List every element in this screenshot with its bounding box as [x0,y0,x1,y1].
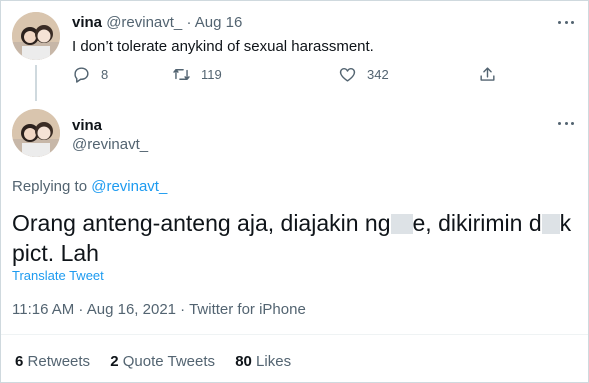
likes-stat[interactable]: 80 Likes [235,353,291,370]
main-tweet-text: Orang anteng-anteng aja, diajakin ng e, d… [12,208,572,268]
replying-prefix: Replying to [12,178,88,195]
avatar[interactable] [12,109,60,157]
replying-to: Replying to @revinavt_ [12,178,167,195]
retweet-button[interactable]: 119 [172,65,222,84]
retweets-count: 6 [15,353,24,370]
like-button[interactable]: 342 [338,65,389,84]
thread-connector [35,65,37,101]
share-button[interactable] [478,65,497,84]
translate-tweet-link[interactable]: Translate Tweet [12,268,104,283]
replying-handle-link[interactable]: @revinavt_ [91,178,167,195]
quote-tweets-stat[interactable]: 2 Quote Tweets [110,353,215,370]
like-icon [339,68,356,82]
quotes-count: 2 [110,353,119,370]
avatar[interactable] [12,12,60,60]
quotes-label: Quote Tweets [122,353,216,370]
more-icon[interactable] [558,19,574,25]
reply-button[interactable]: 8 [72,65,108,84]
tweet-text-part: Orang anteng-anteng aja, diajakin ng [12,210,391,236]
reply-icon [74,67,89,83]
tweet-date[interactable]: Aug 16 [195,14,243,31]
author-handle[interactable]: @revinavt_ [106,14,182,31]
censor-blur [390,214,413,234]
author-handle[interactable]: @revinavt_ [72,136,148,153]
divider [1,334,588,335]
separator-dot: · [186,14,192,31]
parent-tweet-text: I don’t tolerate anykind of sexual haras… [72,38,374,55]
author-name[interactable]: vina [72,117,102,134]
more-icon[interactable] [558,120,574,126]
tweet-thread: vina @revinavt_ · Aug 16 I don’t tolerat… [0,0,589,383]
parent-tweet-header: vina @revinavt_ · Aug 16 [72,14,242,31]
tweet-stats: 6 Retweets 2 Quote Tweets 80 Likes [15,353,307,370]
censor-blur [541,214,560,234]
share-icon [480,67,495,81]
likes-count: 80 [235,353,252,370]
reply-count: 8 [101,67,109,82]
likes-label: Likes [256,353,292,370]
tweet-text-part: e, dikirimin d [412,210,542,236]
retweet-count: 119 [201,67,222,82]
like-count: 342 [367,67,389,82]
retweets-stat[interactable]: 6 Retweets [15,353,90,370]
retweet-icon [173,69,190,80]
tweet-timestamp[interactable]: 11:16 AM · Aug 16, 2021 · Twitter for iP… [12,301,306,318]
author-name[interactable]: vina [72,14,102,31]
tweet-actions: 8 119 342 [72,65,502,87]
retweets-label: Retweets [27,353,91,370]
